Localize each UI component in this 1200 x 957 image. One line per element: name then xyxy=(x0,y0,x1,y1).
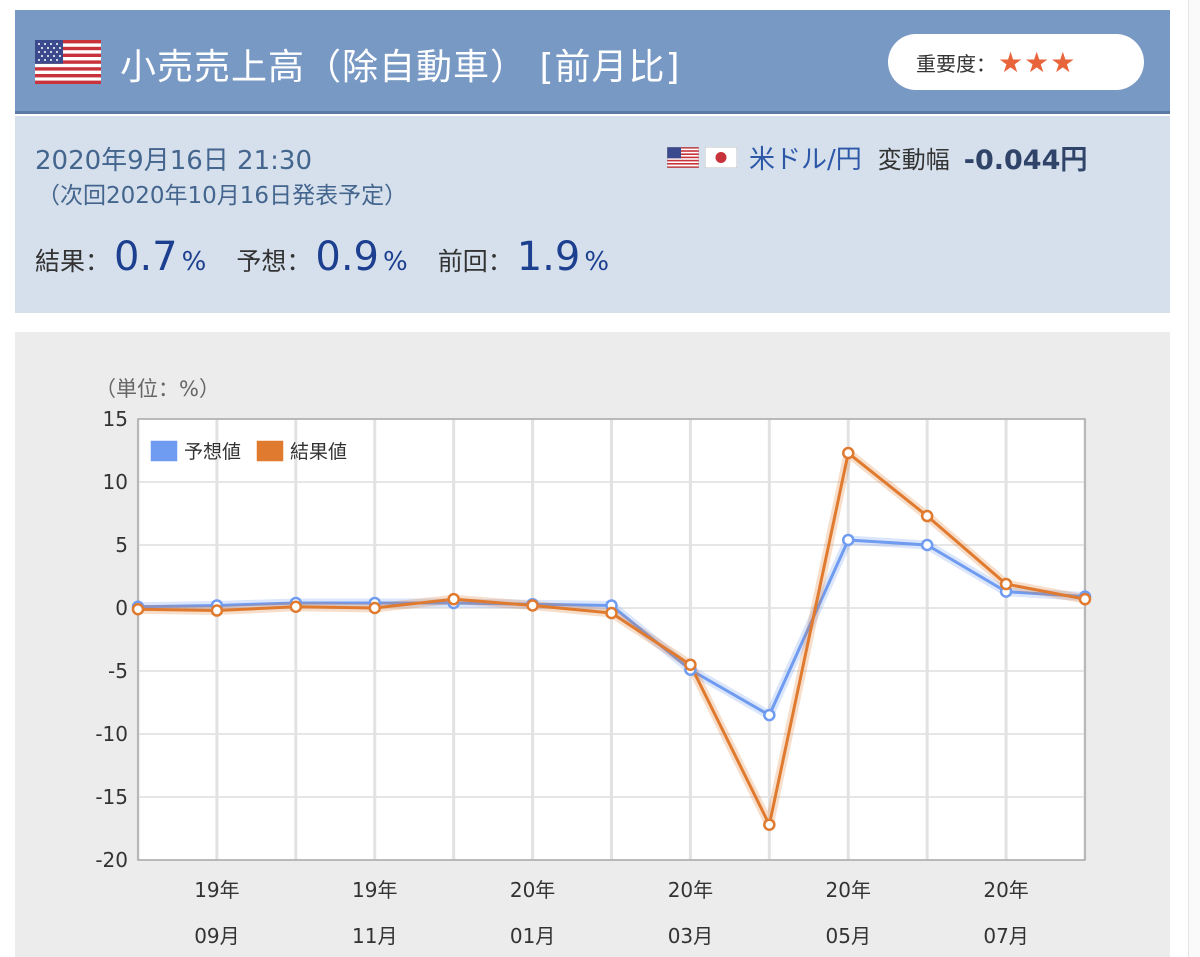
next-release-note: （次回2020年10月16日発表予定） xyxy=(37,183,408,209)
previous-value: 1.9 xyxy=(516,234,581,280)
x-tick-year-label: 20年 xyxy=(826,878,871,902)
x-tick-year-label: 20年 xyxy=(668,878,713,902)
result-value: 0.7 xyxy=(114,234,178,280)
x-tick-year-label: 20年 xyxy=(510,878,555,902)
result-label: 結果： xyxy=(35,247,111,276)
previous-unit: % xyxy=(584,247,610,277)
x-tick-year-label: 19年 xyxy=(352,878,397,902)
importance-badge: 重要度： ★★★ xyxy=(888,34,1144,90)
data-point xyxy=(920,509,934,523)
forecast-label: 予想： xyxy=(236,247,312,276)
x-tick-month-label: 01月 xyxy=(510,924,555,948)
y-tick-label: 10 xyxy=(103,470,128,494)
y-tick-label: -20 xyxy=(95,848,128,872)
data-point xyxy=(684,658,697,671)
us-flag-icon xyxy=(35,40,101,84)
range-value: -0.044円 xyxy=(963,145,1088,176)
us-flag-icon xyxy=(667,147,699,168)
currency-pair-link[interactable]: 米ドル/円 xyxy=(749,139,862,176)
y-tick-label: 5 xyxy=(115,533,128,557)
data-point xyxy=(920,538,934,552)
line-chart: 15 10 5 0 -5 -10 -15 -20 19年 09月 19年 11月 20年 01月 20年 03… xyxy=(95,377,1092,948)
stats-row: 結果： 0.7 % 予想： 0.9 % 前回： 1.9 % xyxy=(35,234,639,280)
data-point xyxy=(763,818,776,831)
x-tick-month-label: 03月 xyxy=(668,924,713,948)
indicator-header: 小売売上高（除自動車） [前月比] 重要度： ★★★ xyxy=(15,10,1170,114)
chart-panel: 15 10 5 0 -5 -10 -15 -20 19年 09月 19年 11月 20年 01月 20年 03… xyxy=(15,332,1170,957)
x-tick-year-label: 20年 xyxy=(983,878,1028,902)
data-point xyxy=(368,601,381,615)
indicator-title: 小売売上高（除自動車） [前月比] xyxy=(120,47,681,88)
result-unit: % xyxy=(181,247,207,277)
star-rating-icon: ★★★ xyxy=(998,45,1077,79)
data-point xyxy=(210,604,224,617)
range-label: 変動幅 xyxy=(877,146,950,174)
legend-swatch xyxy=(149,439,179,463)
y-tick-label: -10 xyxy=(95,722,128,746)
x-tick-month-label: 11月 xyxy=(352,924,397,948)
forecast-value: 0.9 xyxy=(315,234,379,280)
x-tick-month-label: 09月 xyxy=(194,924,239,948)
data-point xyxy=(842,446,855,460)
data-point xyxy=(131,603,145,616)
x-tick-month-label: 05月 xyxy=(826,924,871,948)
data-point xyxy=(763,708,776,722)
scrollbar-track[interactable] xyxy=(1188,0,1200,957)
y-tick-label: -15 xyxy=(95,785,128,809)
previous-label: 前回： xyxy=(437,247,513,276)
legend-swatch xyxy=(255,439,285,463)
legend-label: 結果値 xyxy=(290,441,347,463)
data-point xyxy=(289,600,303,613)
currency-pair-row: 米ドル/円 変動幅 -0.044円 xyxy=(667,138,1087,177)
importance-label: 重要度： xyxy=(916,51,996,76)
unit-label: （単位：%） xyxy=(95,377,220,401)
jp-flag-icon xyxy=(705,147,737,168)
data-point xyxy=(842,533,855,547)
data-point xyxy=(999,577,1013,591)
release-datetime: 2020年9月16日 21:30 xyxy=(35,146,312,176)
y-tick-label: -5 xyxy=(108,659,128,683)
y-tick-label: 15 xyxy=(103,407,128,431)
x-tick-month-label: 07月 xyxy=(983,924,1028,948)
legend-label: 予想値 xyxy=(184,441,241,463)
data-point xyxy=(526,599,539,612)
data-point xyxy=(447,592,460,606)
data-point xyxy=(605,606,618,620)
data-point xyxy=(1078,592,1092,606)
y-tick-label: 0 xyxy=(115,596,128,620)
x-tick-year-label: 19年 xyxy=(194,878,239,902)
forecast-unit: % xyxy=(383,247,408,277)
release-info-panel: 2020年9月16日 21:30 （次回2020年10月16日発表予定） 米ドル… xyxy=(15,116,1170,313)
